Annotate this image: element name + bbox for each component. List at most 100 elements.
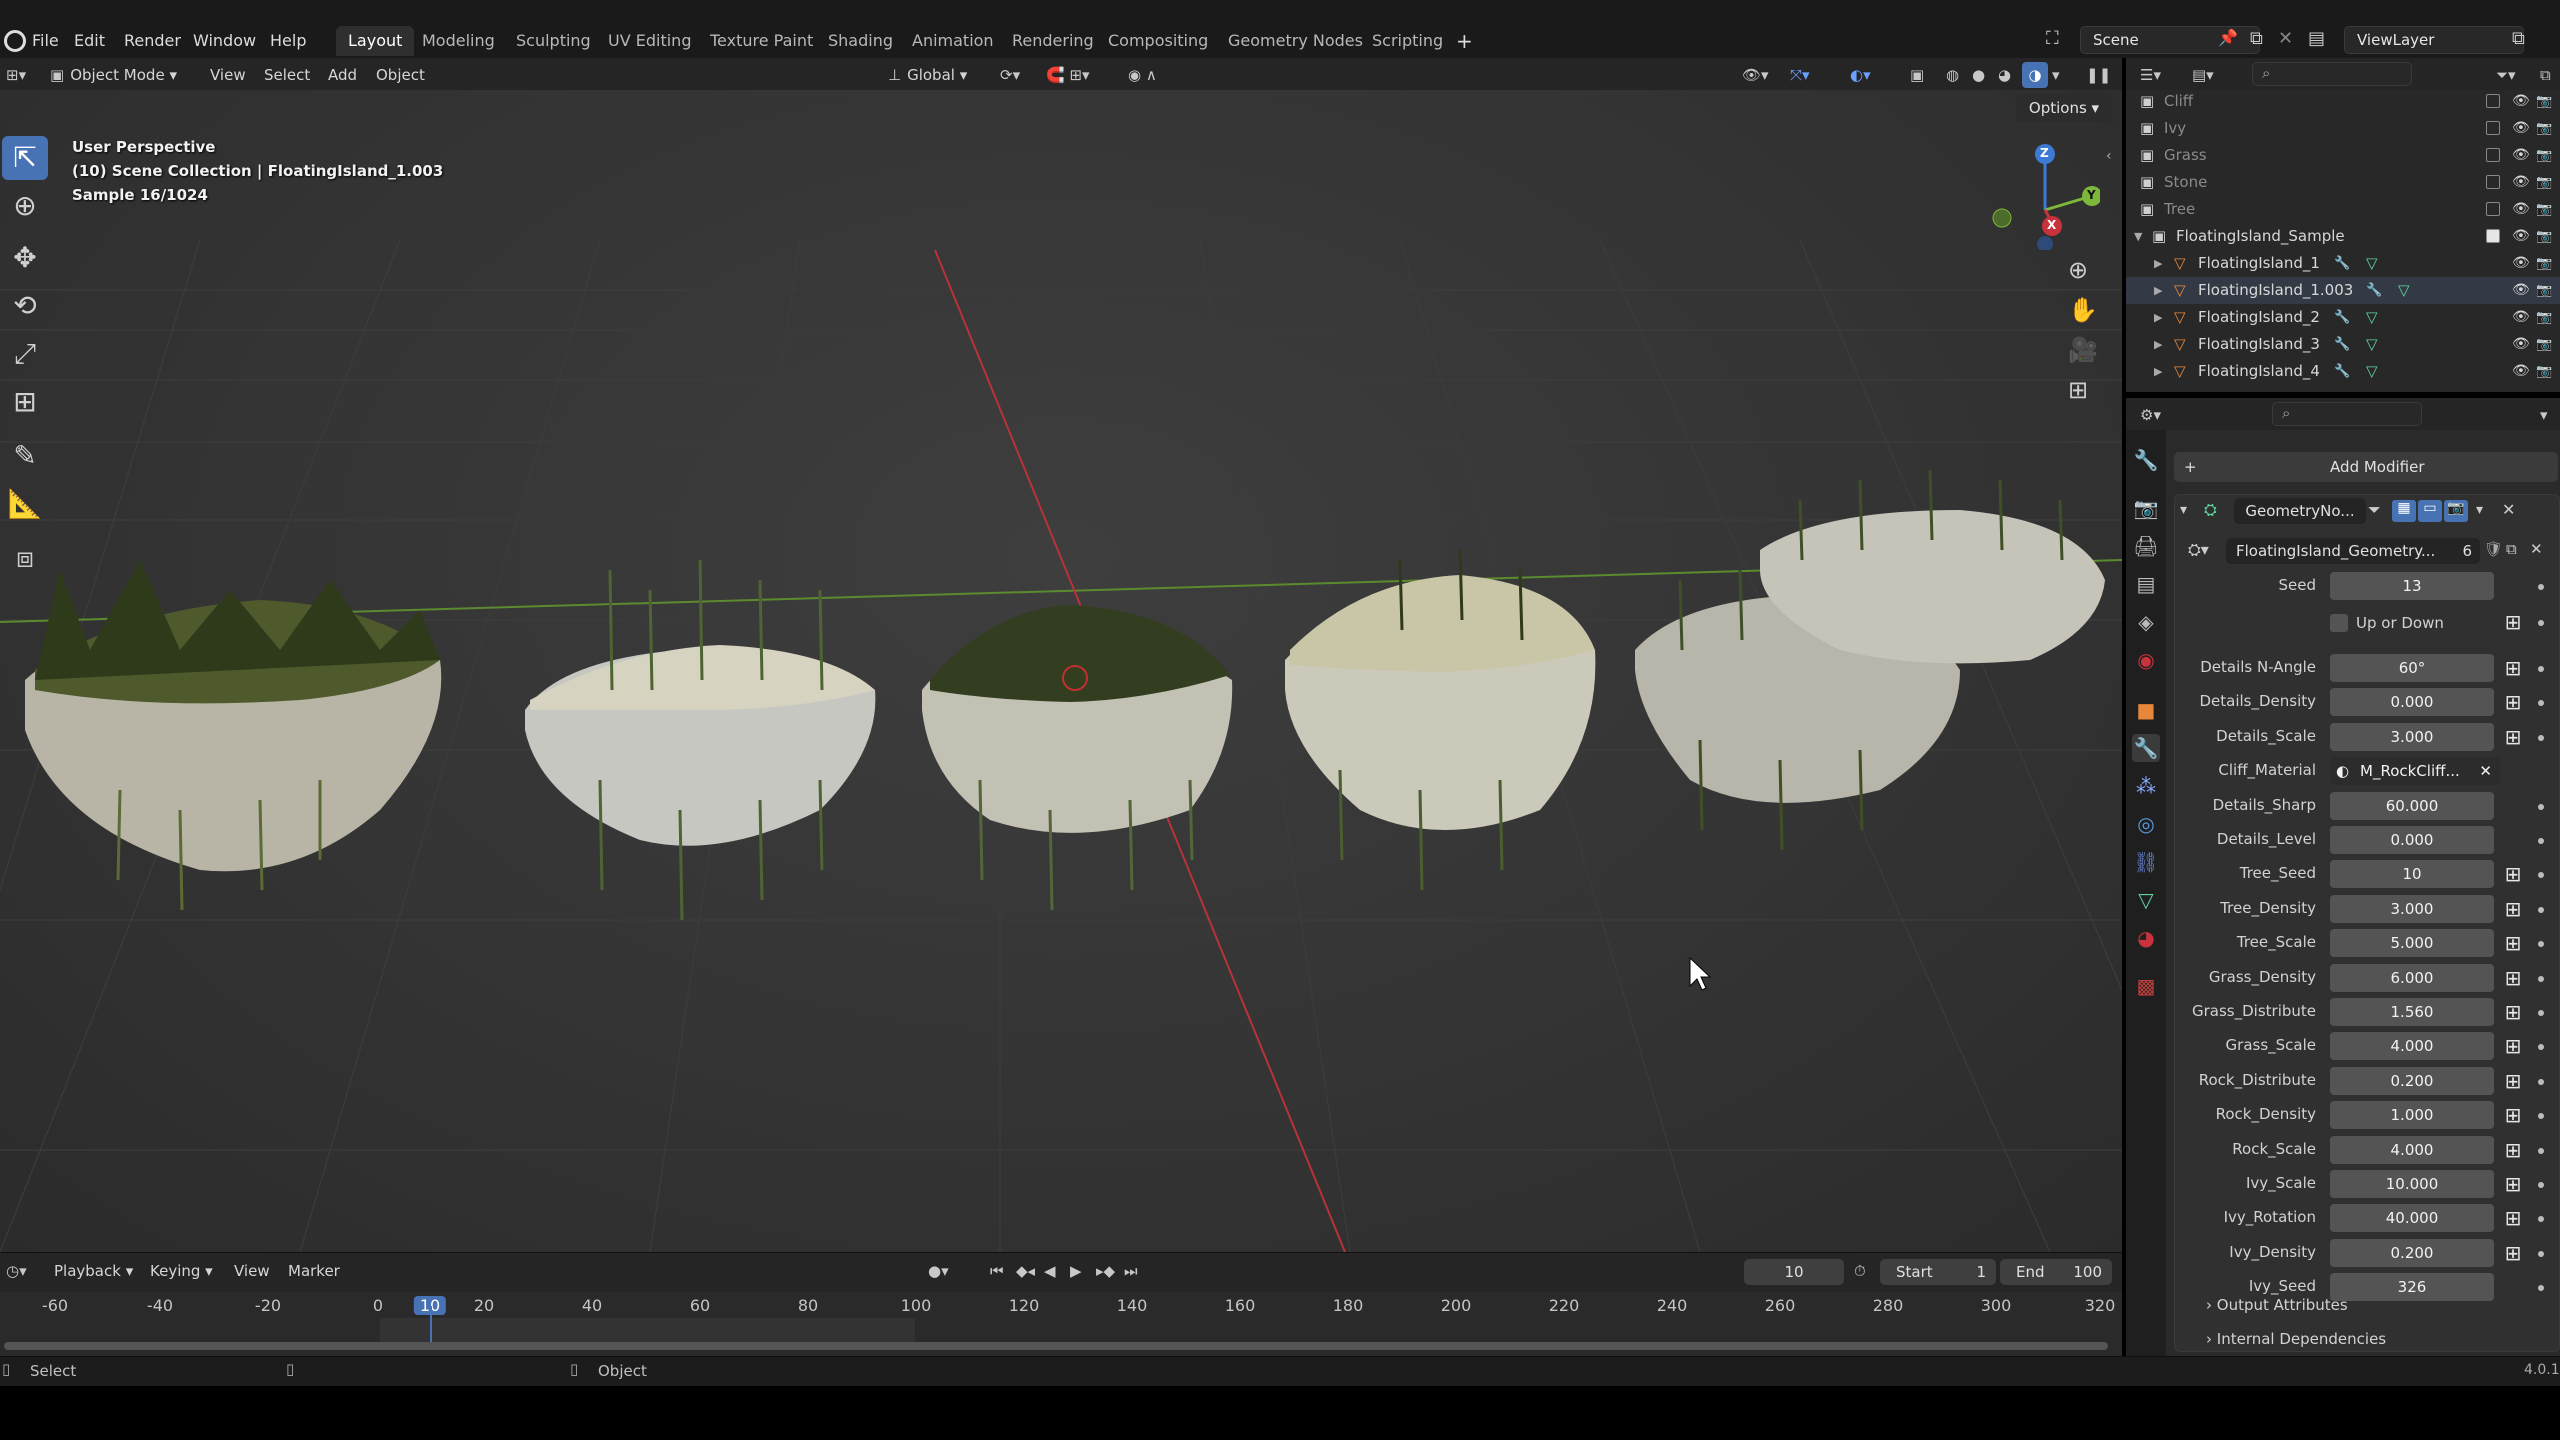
editmode-cage-icon[interactable]: ▦ bbox=[2392, 500, 2416, 522]
scene-tab-icon[interactable]: ◈ bbox=[2132, 608, 2160, 636]
modifier-input-field[interactable]: 0.000 bbox=[2330, 688, 2494, 716]
tab-modeling[interactable]: Modeling bbox=[410, 26, 507, 56]
keyframe-dot-icon[interactable] bbox=[2538, 1010, 2544, 1016]
modifier-input-field[interactable]: 3.000 bbox=[2330, 895, 2494, 923]
pin-icon[interactable]: 📌 bbox=[2218, 28, 2238, 47]
scale-tool-button[interactable]: ⤢ bbox=[2, 332, 48, 376]
attribute-toggle-icon[interactable]: ⊞ bbox=[2503, 727, 2523, 747]
modifier-input-field[interactable]: 10 bbox=[2330, 860, 2494, 888]
blender-logo-icon[interactable] bbox=[4, 30, 26, 52]
object-tab-icon[interactable]: ■ bbox=[2132, 696, 2160, 724]
modifier-input-field[interactable]: 5.000 bbox=[2330, 929, 2494, 957]
world-tab-icon[interactable]: ◉ bbox=[2132, 646, 2160, 674]
keyframe-dot-icon[interactable] bbox=[2538, 700, 2544, 706]
modifier-input-field[interactable]: 4.000 bbox=[2330, 1136, 2494, 1164]
tab-compositing[interactable]: Compositing bbox=[1096, 26, 1220, 56]
outliner-item[interactable]: ▣ Grass 👁 📷 bbox=[2126, 142, 2560, 169]
exclude-checkbox[interactable] bbox=[2486, 94, 2500, 108]
transform-orientation-dropdown[interactable]: ⊥ Global ▾ bbox=[888, 62, 998, 88]
material-selector[interactable]: ◐ M_RockCliff... ✕ bbox=[2330, 757, 2500, 785]
gizmo-toggle-icon[interactable]: ⤧▾ bbox=[1790, 62, 1810, 88]
outliner-item[interactable]: ▶ ▽ FloatingIsland_4 🔧 ▽ 👁 📷 bbox=[2126, 358, 2560, 385]
render-camera-icon[interactable]: 📷 bbox=[2536, 331, 2552, 358]
keyframe-dot-icon[interactable] bbox=[2538, 584, 2544, 590]
mesh-data-icon[interactable]: ▽ bbox=[2366, 331, 2378, 358]
expand-icon[interactable]: ▶ bbox=[2154, 331, 2162, 358]
keyframe-dot-icon[interactable] bbox=[2538, 1079, 2544, 1085]
outliner-search-input[interactable] bbox=[2252, 62, 2412, 86]
view-layer-icon[interactable]: ▤ bbox=[2308, 28, 2325, 49]
start-frame-field[interactable]: Start 1 bbox=[1880, 1259, 1996, 1285]
render-camera-icon[interactable]: 📷 bbox=[2536, 358, 2552, 385]
modifier-input-field[interactable]: 0.200 bbox=[2330, 1067, 2494, 1095]
pan-hand-icon[interactable]: ✋ bbox=[2068, 296, 2098, 324]
attribute-toggle-icon[interactable]: ⊞ bbox=[2503, 692, 2523, 712]
add-workspace-button[interactable]: + bbox=[1456, 28, 1473, 54]
visibility-eye-icon[interactable]: 👁 bbox=[2512, 88, 2530, 115]
keyframe-dot-icon[interactable] bbox=[2538, 838, 2544, 844]
mesh-data-icon[interactable]: ▽ bbox=[2366, 304, 2378, 331]
mesh-data-icon[interactable]: ▽ bbox=[2398, 277, 2410, 304]
modifier-input-field[interactable]: 6.000 bbox=[2330, 964, 2494, 992]
view-layer-selector[interactable]: ViewLayer bbox=[2344, 26, 2524, 54]
data-tab-icon[interactable]: ▽ bbox=[2132, 886, 2160, 914]
keyframe-dot-icon[interactable] bbox=[2538, 620, 2544, 626]
modifier-input-field[interactable]: 60.000 bbox=[2330, 792, 2494, 820]
attribute-toggle-icon[interactable]: ⊞ bbox=[2503, 1105, 2523, 1125]
outliner-item[interactable]: ▣ Tree 👁 📷 bbox=[2126, 196, 2560, 223]
attribute-toggle-icon[interactable]: ⊞ bbox=[2503, 899, 2523, 919]
pivot-icon[interactable]: ⟳▾ bbox=[1000, 62, 1020, 88]
visibility-eye-icon[interactable]: 👁 bbox=[2512, 223, 2530, 250]
shading-wireframe-icon[interactable]: ◍ bbox=[1946, 62, 1959, 88]
menu-marker[interactable]: Marker bbox=[288, 1258, 340, 1284]
object-mode-dropdown[interactable]: ▣ Object Mode ▾ bbox=[50, 62, 194, 88]
tab-uv-editing[interactable]: UV Editing bbox=[596, 26, 703, 56]
material-tab-icon[interactable]: ◕ bbox=[2132, 924, 2160, 952]
expand-icon[interactable]: ▶ bbox=[2154, 250, 2162, 277]
visibility-eye-icon[interactable]: 👁 bbox=[2512, 196, 2530, 223]
prev-keyframe-button[interactable]: ◆◂ bbox=[1016, 1258, 1035, 1284]
play-reverse-button[interactable]: ◀ bbox=[1044, 1258, 1056, 1284]
shading-options-icon[interactable]: ▾ bbox=[2052, 62, 2060, 88]
attribute-toggle-icon[interactable]: ⊞ bbox=[2503, 658, 2523, 678]
render-camera-icon[interactable]: 📷 bbox=[2536, 196, 2552, 223]
modifier-input-field[interactable]: 60° bbox=[2330, 654, 2494, 682]
editor-type-icon[interactable]: ⊞▾ bbox=[6, 62, 36, 88]
keyframe-dot-icon[interactable] bbox=[2538, 1113, 2544, 1119]
modifier-input-field[interactable]: 0.000 bbox=[2330, 826, 2494, 854]
modifier-icon[interactable]: 🔧 bbox=[2334, 250, 2350, 277]
modifier-icon[interactable]: 🔧 bbox=[2334, 331, 2350, 358]
duplicate-node-group-icon[interactable]: ⧉ bbox=[2506, 540, 2517, 558]
camera-view-icon[interactable]: 🎥 bbox=[2068, 336, 2098, 364]
mesh-data-icon[interactable]: ▽ bbox=[2366, 250, 2378, 277]
menu-timeline-view[interactable]: View bbox=[234, 1258, 270, 1284]
menu-view[interactable]: View bbox=[210, 62, 246, 88]
shading-rendered-icon[interactable]: ◑ bbox=[2022, 62, 2048, 88]
keyframe-dot-icon[interactable] bbox=[2538, 1251, 2544, 1257]
outliner-editor-icon[interactable]: ☰▾ bbox=[2140, 62, 2161, 88]
modifier-icon[interactable]: 🔧 bbox=[2334, 358, 2350, 385]
modifier-icon[interactable]: 🔧 bbox=[2366, 277, 2382, 304]
modifier-collapse-icon[interactable]: ▾ bbox=[2180, 502, 2187, 518]
seed-field[interactable]: 13 bbox=[2330, 572, 2494, 600]
visibility-eye-icon[interactable]: 👁 bbox=[2512, 250, 2530, 277]
modifier-tab-icon[interactable]: 🔧 bbox=[2132, 734, 2160, 762]
select-tool-button[interactable]: ⇱ bbox=[2, 136, 48, 180]
options-dropdown[interactable]: Options ▾ bbox=[2016, 94, 2112, 122]
tab-layout[interactable]: Layout bbox=[336, 26, 415, 56]
expand-icon[interactable]: ▶ bbox=[2154, 304, 2162, 331]
visibility-icon[interactable]: 👁▾ bbox=[1742, 62, 1769, 88]
render-camera-icon[interactable]: 📷 bbox=[2536, 88, 2552, 115]
view-layer-tab-icon[interactable]: ▤ bbox=[2132, 570, 2160, 598]
current-frame-field[interactable]: 10 bbox=[1744, 1259, 1844, 1285]
render-camera-icon[interactable]: 📷 bbox=[2536, 115, 2552, 142]
keyframe-dot-icon[interactable] bbox=[2538, 1182, 2544, 1188]
attribute-toggle-icon[interactable]: ⊞ bbox=[2503, 1208, 2523, 1228]
tab-geometry-nodes[interactable]: Geometry Nodes bbox=[1216, 26, 1375, 56]
exclude-checkbox[interactable] bbox=[2486, 175, 2500, 189]
navigation-gizmo[interactable]: Z Y X bbox=[1990, 140, 2102, 252]
attribute-toggle-icon[interactable]: ⊞ bbox=[2503, 1036, 2523, 1056]
tool-tab-icon[interactable]: 🔧 bbox=[2132, 446, 2160, 474]
scene-icon[interactable]: ⛶ bbox=[2046, 28, 2078, 52]
cursor-tool-button[interactable]: ⊕ bbox=[2, 184, 48, 228]
